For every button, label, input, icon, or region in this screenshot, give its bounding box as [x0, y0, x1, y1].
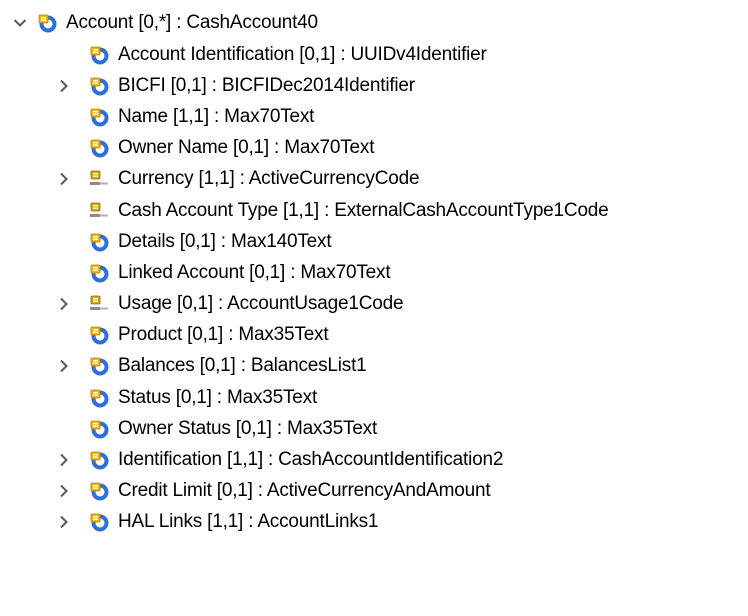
tree-node-currency[interactable]: Currency [1,1] : ActiveCurrencyCode: [0, 164, 748, 195]
tree-node-linked-account[interactable]: Linked Account [0,1] : Max70Text: [0, 257, 748, 288]
element-icon: [88, 137, 110, 159]
tree-node-balances[interactable]: Balances [0,1] : BalancesList1: [0, 351, 748, 382]
tree-node-label: Currency [1,1] : ActiveCurrencyCode: [118, 168, 420, 190]
tree-node-label: Account Identification [0,1] : UUIDv4Ide…: [118, 43, 487, 65]
element-icon: [88, 106, 110, 128]
tree-node-owner-status[interactable]: Owner Status [0,1] : Max35Text: [0, 413, 748, 444]
element-icon: [88, 262, 110, 284]
element-icon: [88, 480, 110, 502]
tree-node-label: Usage [0,1] : AccountUsage1Code: [118, 293, 404, 315]
chevron-down-icon[interactable]: [10, 6, 30, 39]
element-icon: [88, 387, 110, 409]
chevron-right-icon[interactable]: [54, 444, 74, 475]
code-element-icon: [88, 293, 110, 315]
tree-node-identification[interactable]: Identification [1,1] : CashAccountIdenti…: [0, 444, 748, 475]
tree-node-name[interactable]: Name [1,1] : Max70Text: [0, 101, 748, 132]
element-icon: [36, 12, 58, 34]
tree-node-label: Identification [1,1] : CashAccountIdenti…: [118, 449, 504, 471]
chevron-right-icon[interactable]: [54, 164, 74, 195]
tree-node-owner-name[interactable]: Owner Name [0,1] : Max70Text: [0, 133, 748, 164]
tree-node-label: Owner Status [0,1] : Max35Text: [118, 417, 378, 439]
tree-node-label: HAL Links [1,1] : AccountLinks1: [118, 511, 379, 533]
chevron-right-icon[interactable]: [54, 351, 74, 382]
chevron-right-icon[interactable]: [54, 476, 74, 507]
chevron-right-icon[interactable]: [54, 70, 74, 101]
tree-node-label: Linked Account [0,1] : Max70Text: [118, 261, 391, 283]
tree-node-label: Cash Account Type [1,1] : ExternalCashAc…: [118, 199, 609, 221]
element-icon: [88, 324, 110, 346]
tree-node-cash-account-type[interactable]: Cash Account Type [1,1] : ExternalCashAc…: [0, 195, 748, 226]
code-element-icon: [88, 168, 110, 190]
model-tree: Account [0,*] : CashAccount40 Account Id…: [0, 0, 748, 538]
tree-node-label: Balances [0,1] : BalancesList1: [118, 355, 367, 377]
tree-node-label: Product [0,1] : Max35Text: [118, 324, 329, 346]
tree-node-label: Owner Name [0,1] : Max70Text: [118, 137, 375, 159]
tree-node-label: Credit Limit [0,1] : ActiveCurrencyAndAm…: [118, 480, 491, 502]
tree-node-label: Status [0,1] : Max35Text: [118, 386, 318, 408]
tree-node-product[interactable]: Product [0,1] : Max35Text: [0, 320, 748, 351]
chevron-right-icon[interactable]: [54, 507, 74, 538]
tree-node-usage[interactable]: Usage [0,1] : AccountUsage1Code: [0, 289, 748, 320]
element-icon: [88, 511, 110, 533]
element-icon: [88, 355, 110, 377]
element-icon: [88, 449, 110, 471]
code-element-icon: [88, 200, 110, 222]
tree-node-details[interactable]: Details [0,1] : Max140Text: [0, 226, 748, 257]
chevron-right-icon[interactable]: [54, 289, 74, 320]
tree-node-bicfi[interactable]: BICFI [0,1] : BICFIDec2014Identifier: [0, 70, 748, 101]
tree-node-account-identification[interactable]: Account Identification [0,1] : UUIDv4Ide…: [0, 39, 748, 70]
tree-node-status[interactable]: Status [0,1] : Max35Text: [0, 382, 748, 413]
element-icon: [88, 75, 110, 97]
tree-node-credit-limit[interactable]: Credit Limit [0,1] : ActiveCurrencyAndAm…: [0, 476, 748, 507]
tree-node-account[interactable]: Account [0,*] : CashAccount40: [0, 6, 748, 39]
tree-node-hal-links[interactable]: HAL Links [1,1] : AccountLinks1: [0, 507, 748, 538]
element-icon: [88, 418, 110, 440]
element-icon: [88, 231, 110, 253]
tree-node-label: BICFI [0,1] : BICFIDec2014Identifier: [118, 74, 415, 96]
tree-node-label: Name [1,1] : Max70Text: [118, 105, 315, 127]
element-icon: [88, 44, 110, 66]
tree-node-label: Details [0,1] : Max140Text: [118, 230, 332, 252]
tree-node-label: Account [0,*] : CashAccount40: [66, 11, 318, 33]
